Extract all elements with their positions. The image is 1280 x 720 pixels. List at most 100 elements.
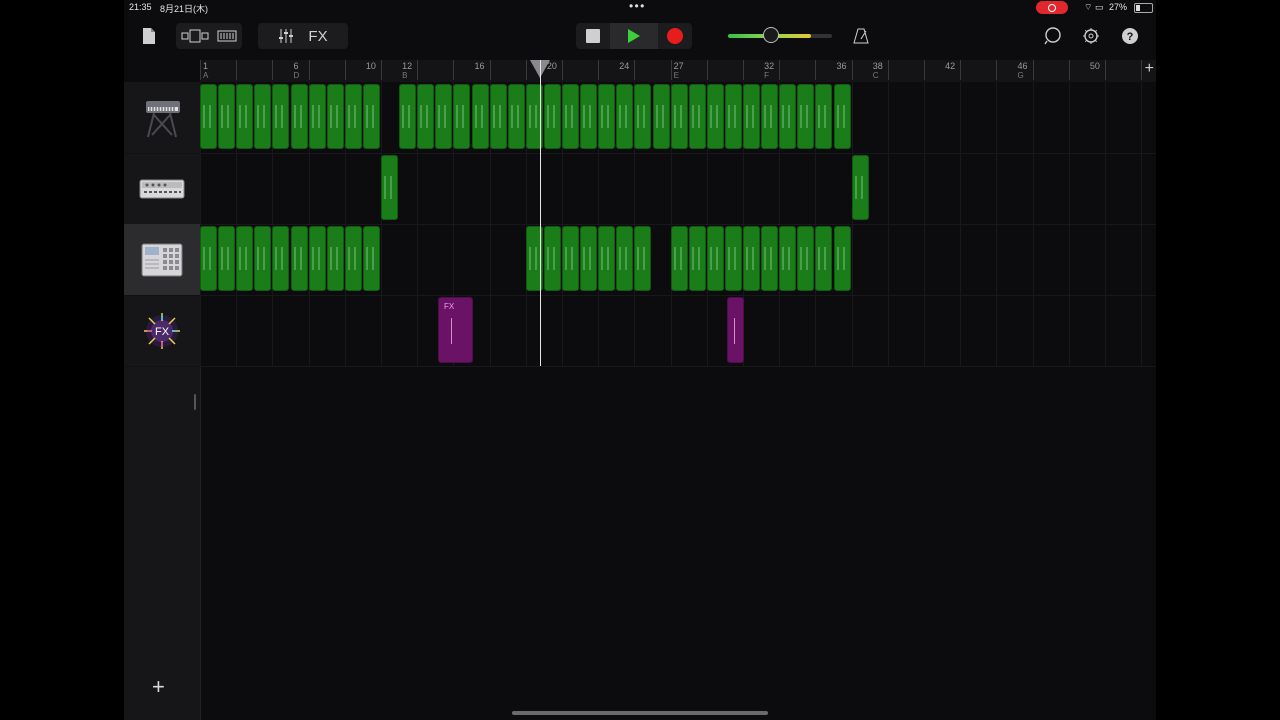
midi-region[interactable] — [670, 84, 688, 149]
midi-region[interactable] — [326, 84, 344, 149]
midi-region[interactable] — [851, 155, 869, 220]
midi-region[interactable] — [815, 84, 833, 149]
midi-region[interactable] — [779, 226, 797, 291]
midi-region[interactable] — [290, 84, 308, 149]
midi-region[interactable] — [200, 226, 218, 291]
track-header-keyboard[interactable] — [124, 82, 200, 154]
midi-region[interactable] — [254, 84, 272, 149]
midi-region[interactable] — [797, 226, 815, 291]
midi-region[interactable] — [308, 226, 326, 291]
midi-region[interactable] — [706, 226, 724, 291]
tracks-view-button[interactable] — [217, 29, 237, 43]
settings-button[interactable] — [1080, 23, 1102, 49]
midi-region[interactable] — [688, 226, 706, 291]
midi-region[interactable] — [308, 84, 326, 149]
midi-region[interactable] — [218, 84, 236, 149]
midi-region[interactable] — [236, 226, 254, 291]
midi-region[interactable] — [634, 84, 652, 149]
midi-region[interactable] — [743, 226, 761, 291]
midi-region[interactable] — [507, 84, 525, 149]
stop-button[interactable] — [576, 29, 610, 43]
midi-notes — [800, 247, 812, 270]
midi-region[interactable] — [598, 84, 616, 149]
add-section-button[interactable]: + — [1145, 60, 1154, 78]
midi-region[interactable] — [761, 84, 779, 149]
midi-region[interactable] — [743, 84, 761, 149]
midi-region[interactable] — [272, 226, 290, 291]
ruler-bar-number: 50 — [1089, 61, 1100, 71]
midi-region[interactable] — [290, 226, 308, 291]
track-header-drum-machine[interactable] — [124, 153, 200, 225]
document-button[interactable] — [138, 23, 160, 49]
midi-region[interactable] — [362, 84, 380, 149]
midi-region[interactable] — [543, 84, 561, 149]
midi-notes — [402, 105, 414, 128]
playhead[interactable] — [539, 60, 541, 366]
midi-region[interactable] — [218, 226, 236, 291]
header-resize-handle[interactable] — [194, 394, 196, 410]
ruler-tick — [1032, 60, 1034, 80]
midi-region[interactable] — [598, 226, 616, 291]
midi-region[interactable] — [344, 226, 362, 291]
midi-region[interactable] — [724, 84, 742, 149]
midi-region[interactable] — [417, 84, 435, 149]
view-toggle-group — [176, 23, 242, 49]
midi-region[interactable] — [833, 226, 851, 291]
midi-region[interactable] — [489, 84, 507, 149]
track-header-sampler[interactable] — [124, 224, 200, 296]
midi-region[interactable] — [616, 84, 634, 149]
midi-region[interactable] — [344, 84, 362, 149]
midi-region[interactable] — [272, 84, 290, 149]
master-volume-slider[interactable] — [728, 27, 832, 43]
midi-region[interactable] — [724, 226, 742, 291]
bar-ruler[interactable]: + 1 A 6 D 10 12 B 16 20 24 27 E 32 F 36 38 C 42 46 G 50 — [200, 60, 1156, 83]
track-header-fx[interactable]: FX — [124, 295, 200, 367]
midi-region[interactable] — [381, 155, 399, 220]
midi-region[interactable] — [562, 84, 580, 149]
loop-browser-button[interactable] — [1042, 23, 1064, 49]
browser-view-button[interactable] — [181, 29, 209, 43]
record-button[interactable] — [658, 28, 692, 44]
midi-region[interactable] — [543, 226, 561, 291]
midi-region[interactable] — [670, 226, 688, 291]
midi-region[interactable] — [779, 84, 797, 149]
midi-region[interactable] — [688, 84, 706, 149]
multitask-dots-icon[interactable]: • • • — [629, 0, 644, 13]
add-track-button[interactable]: + — [152, 674, 165, 700]
stop-icon — [586, 29, 600, 43]
midi-notes — [818, 105, 830, 128]
fx-button[interactable]: FX — [308, 28, 327, 45]
midi-region[interactable] — [453, 84, 471, 149]
lane-drum-machine[interactable] — [200, 153, 1156, 225]
midi-region[interactable] — [326, 226, 344, 291]
master-volume-knob[interactable] — [762, 27, 779, 43]
midi-region[interactable] — [399, 84, 417, 149]
midi-region[interactable] — [833, 84, 851, 149]
midi-region[interactable] — [254, 226, 272, 291]
midi-region[interactable] — [797, 84, 815, 149]
lane-fx[interactable] — [200, 295, 1156, 367]
midi-region[interactable] — [634, 226, 652, 291]
midi-region[interactable] — [236, 84, 254, 149]
midi-region[interactable] — [471, 84, 489, 149]
midi-region[interactable] — [815, 226, 833, 291]
fx-region[interactable]: FX — [438, 297, 473, 363]
midi-region[interactable] — [616, 226, 634, 291]
midi-region[interactable] — [706, 84, 724, 149]
midi-region[interactable] — [580, 226, 598, 291]
play-button[interactable] — [610, 23, 658, 49]
midi-region[interactable] — [200, 84, 218, 149]
home-indicator[interactable] — [512, 711, 768, 715]
metronome-button[interactable] — [850, 23, 872, 49]
ruler-tick — [960, 60, 962, 80]
midi-region[interactable] — [761, 226, 779, 291]
help-button[interactable]: ? — [1119, 23, 1141, 49]
midi-region[interactable] — [362, 226, 380, 291]
midi-region[interactable] — [435, 84, 453, 149]
ruler-tick — [417, 60, 419, 80]
midi-region[interactable] — [580, 84, 598, 149]
midi-region[interactable] — [562, 226, 580, 291]
midi-region[interactable] — [652, 84, 670, 149]
fx-region[interactable] — [727, 297, 744, 363]
mixer-button[interactable] — [278, 28, 294, 44]
